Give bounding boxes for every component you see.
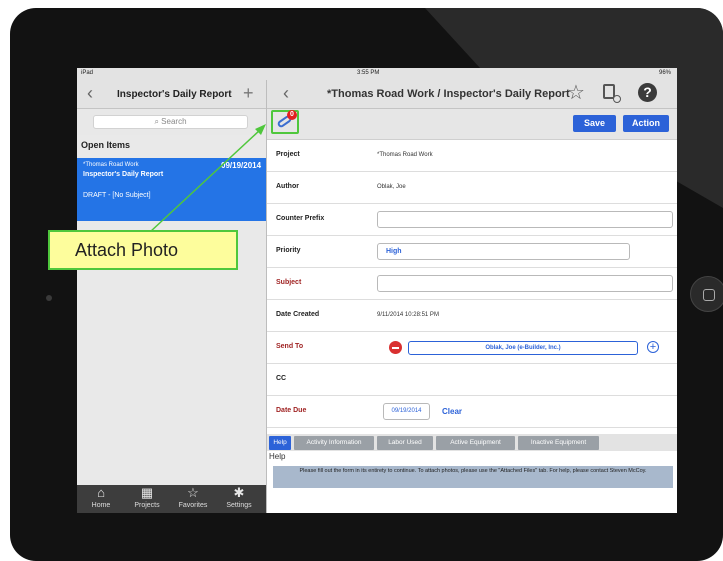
annotation-arrow [149,124,266,233]
attach-photo-callout: Attach Photo [48,230,238,270]
